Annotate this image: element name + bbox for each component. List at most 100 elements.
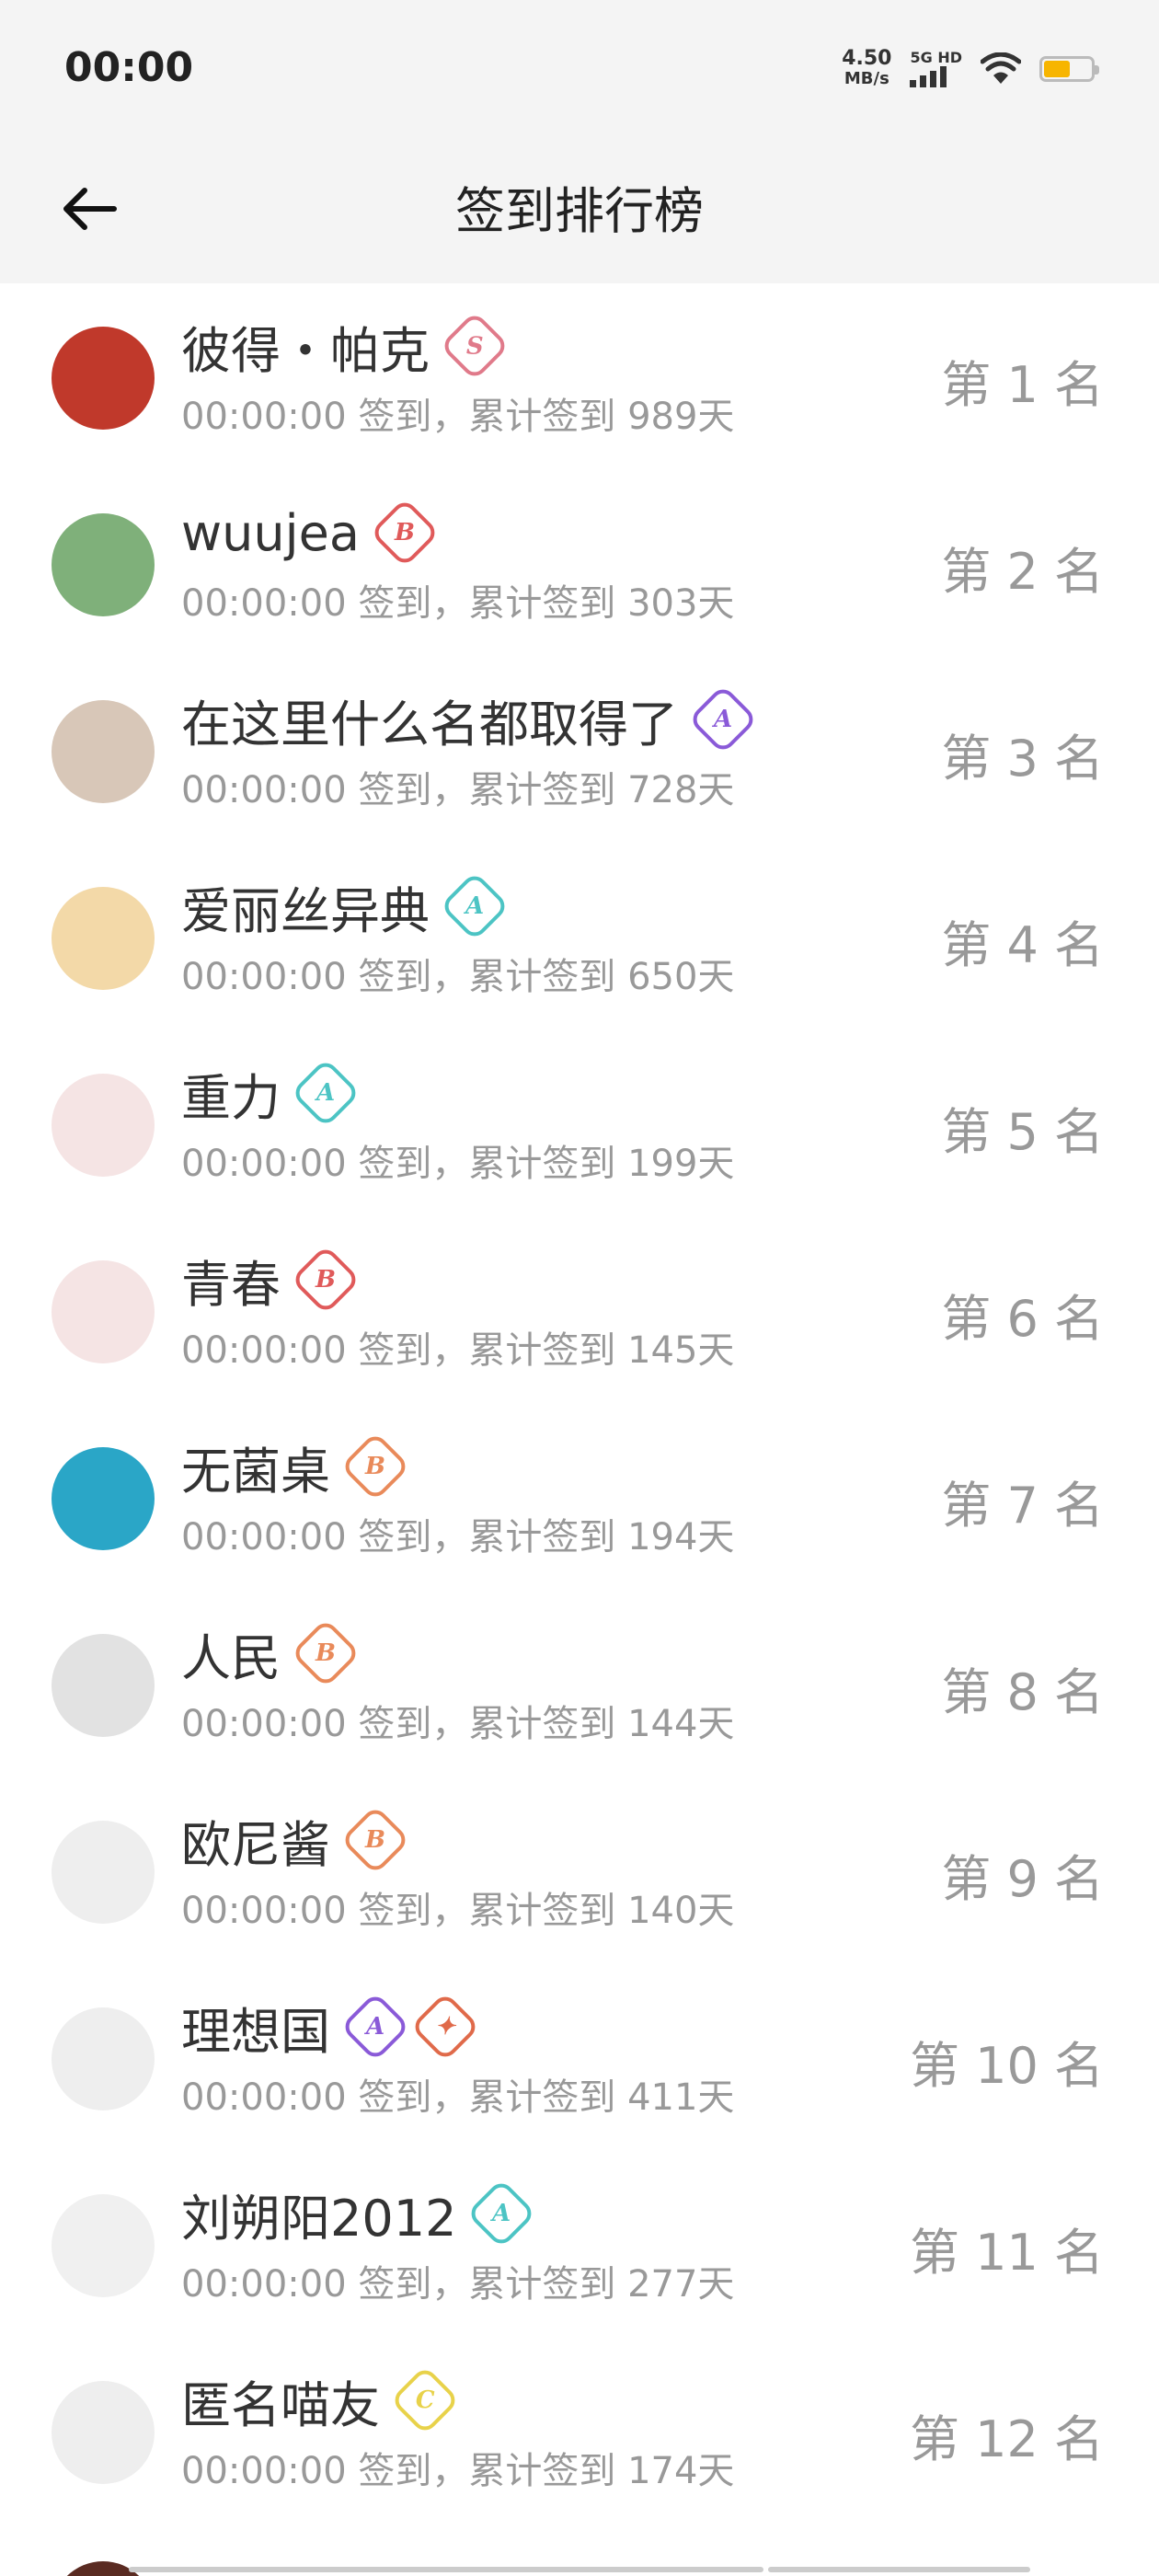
list-item[interactable]: 人民 B 00:00:00 签到，累计签到 144天 第 8 名 xyxy=(0,1591,1159,1777)
level-badge-letter: B xyxy=(394,518,415,546)
user-name: 匿名喵友 xyxy=(181,2375,380,2434)
level-badge-icon: ✦ xyxy=(409,1991,481,2063)
rank-label: 第 4 名 xyxy=(941,916,1104,974)
name-line: 在这里什么名都取得了 A xyxy=(181,684,759,755)
level-badge-letter: A xyxy=(465,892,485,920)
avatar[interactable] xyxy=(52,2194,155,2297)
user-name: 刘朔阳2012 xyxy=(181,2189,457,2248)
page-title: 签到排行榜 xyxy=(455,182,704,240)
level-badge-icon: S xyxy=(439,310,511,382)
avatar[interactable] xyxy=(52,887,155,990)
rank-label: 第 12 名 xyxy=(909,2410,1104,2468)
avatar[interactable] xyxy=(52,2381,155,2484)
avatar[interactable] xyxy=(52,1821,155,1924)
user-name: 彼得・帕克 xyxy=(181,321,430,380)
list-item[interactable]: 无菌桌 B 00:00:00 签到，累计签到 194天 第 7 名 xyxy=(0,1404,1159,1591)
avatar[interactable] xyxy=(52,2007,155,2110)
avatar[interactable] xyxy=(52,327,155,430)
rank-label: 第 11 名 xyxy=(909,2224,1104,2282)
list-item[interactable]: 刘朔阳2012 A 00:00:00 签到，累计签到 277天 第 11 名 xyxy=(0,2151,1159,2338)
checkin-summary: 00:00:00 签到，累计签到 728天 xyxy=(181,769,735,811)
level-badge-icon: A xyxy=(466,2178,537,2249)
status-icons: 4.50 MB/s 5G HD xyxy=(842,46,1099,92)
name-line: 无菌桌 B xyxy=(181,1431,411,1502)
user-name: 人民 xyxy=(181,1628,281,1687)
checkin-summary: 00:00:00 签到，累计签到 411天 xyxy=(181,2076,735,2119)
level-badge-icon: A xyxy=(339,1991,411,2063)
checkin-summary: 00:00:00 签到，累计签到 194天 xyxy=(181,1516,735,1558)
avatar[interactable] xyxy=(52,1634,155,1737)
list-item[interactable]: 理想国 A ✦ 00:00:00 签到，累计签到 411天 第 10 名 xyxy=(0,1964,1159,2151)
avatar[interactable] xyxy=(52,1447,155,1550)
name-line: 彼得・帕克 S xyxy=(181,310,511,382)
name-line: 重力 A xyxy=(181,1057,361,1129)
checkin-summary: 00:00:00 签到，累计签到 199天 xyxy=(181,1143,735,1185)
user-name: 青春 xyxy=(181,1255,281,1314)
level-badge-icon: A xyxy=(290,1057,361,1129)
name-line: 刘朔阳2012 A xyxy=(181,2178,537,2249)
level-badge-icon: B xyxy=(339,1804,411,1876)
rank-label: 第 10 名 xyxy=(909,2037,1104,2095)
ranking-list: 彼得・帕克 S 00:00:00 签到，累计签到 989天 第 1 名 wuujea B 0… xyxy=(0,283,1159,2524)
checkin-summary: 00:00:00 签到，累计签到 145天 xyxy=(181,1329,735,1372)
checkin-summary: 00:00:00 签到，累计签到 174天 xyxy=(181,2450,735,2492)
rank-label: 第 9 名 xyxy=(941,1850,1104,1908)
checkin-summary: 00:00:00 签到，累计签到 144天 xyxy=(181,1703,735,1745)
rank-label: 第 2 名 xyxy=(941,543,1104,601)
user-name: 爱丽丝异典 xyxy=(181,881,430,940)
signal-label: 5G HD xyxy=(910,49,962,66)
user-name: wuujea xyxy=(181,503,360,562)
name-line: 爱丽丝异典 A xyxy=(181,870,511,942)
rank-label: 第 5 名 xyxy=(941,1103,1104,1161)
level-badge-letter: A xyxy=(316,1079,336,1107)
list-item[interactable]: 重力 A 00:00:00 签到，累计签到 199天 第 5 名 xyxy=(0,1030,1159,1217)
status-bar: 00:00 4.50 MB/s 5G HD xyxy=(0,0,1159,138)
wifi-icon xyxy=(981,52,1021,84)
level-badge-icon: C xyxy=(389,2364,461,2436)
avatar[interactable] xyxy=(52,700,155,803)
avatar[interactable] xyxy=(52,513,155,616)
level-badge-letter: B xyxy=(365,1452,385,1480)
level-badge-letter: B xyxy=(316,1639,336,1667)
name-line: 匿名喵友 C xyxy=(181,2364,461,2436)
checkin-summary: 00:00:00 签到，累计签到 277天 xyxy=(181,2263,735,2306)
name-line: 理想国 A ✦ xyxy=(181,1991,481,2063)
scrollbar-track xyxy=(768,2567,1030,2572)
list-item[interactable]: 青春 B 00:00:00 签到，累计签到 145天 第 6 名 xyxy=(0,1217,1159,1404)
list-item[interactable]: wuujea B 00:00:00 签到，累计签到 303天 第 2 名 xyxy=(0,470,1159,657)
signal-icon: 5G HD xyxy=(910,51,962,87)
user-name: 无菌桌 xyxy=(181,1442,330,1501)
level-badge-icon: B xyxy=(339,1431,411,1502)
status-time: 00:00 xyxy=(64,44,194,91)
level-badge-letter: B xyxy=(365,1825,385,1854)
avatar[interactable] xyxy=(52,1074,155,1177)
level-badge-letter: C xyxy=(415,2386,435,2414)
rank-label: 第 3 名 xyxy=(941,730,1104,788)
list-item[interactable]: 匿名喵友 C 00:00:00 签到，累计签到 174天 第 12 名 xyxy=(0,2338,1159,2524)
rank-label: 第 7 名 xyxy=(941,1477,1104,1535)
user-name: 欧尼酱 xyxy=(181,1815,330,1874)
scrollbar[interactable] xyxy=(129,2567,763,2572)
net-speed-value: 4.50 xyxy=(842,47,892,70)
name-line: 青春 B xyxy=(181,1244,361,1316)
checkin-summary: 00:00:00 签到，累计签到 303天 xyxy=(181,582,735,625)
checkin-summary: 00:00:00 签到，累计签到 989天 xyxy=(181,396,735,438)
level-badge-letter: A xyxy=(713,706,733,733)
level-badge-icon: B xyxy=(369,497,441,569)
level-badge-icon: B xyxy=(290,1244,361,1316)
net-speed: 4.50 MB/s xyxy=(842,49,891,89)
user-name: 重力 xyxy=(181,1068,281,1127)
level-badge-icon: A xyxy=(439,870,511,942)
list-item[interactable]: 欧尼酱 B 00:00:00 签到，累计签到 140天 第 9 名 xyxy=(0,1777,1159,1964)
rank-label: 第 8 名 xyxy=(941,1663,1104,1721)
list-item[interactable]: 在这里什么名都取得了 A 00:00:00 签到，累计签到 728天 第 3 名 xyxy=(0,657,1159,844)
level-badge-icon: A xyxy=(687,684,759,755)
avatar[interactable] xyxy=(52,1260,155,1363)
name-line: 人民 B xyxy=(181,1617,361,1689)
net-speed-unit: MB/s xyxy=(843,69,889,88)
level-badge-icon: B xyxy=(290,1617,361,1689)
app-header: 签到排行榜 xyxy=(0,138,1159,283)
list-item[interactable]: 彼得・帕克 S 00:00:00 签到，累计签到 989天 第 1 名 xyxy=(0,283,1159,470)
list-item[interactable]: 爱丽丝异典 A 00:00:00 签到，累计签到 650天 第 4 名 xyxy=(0,844,1159,1030)
rank-label: 第 1 名 xyxy=(941,356,1104,414)
